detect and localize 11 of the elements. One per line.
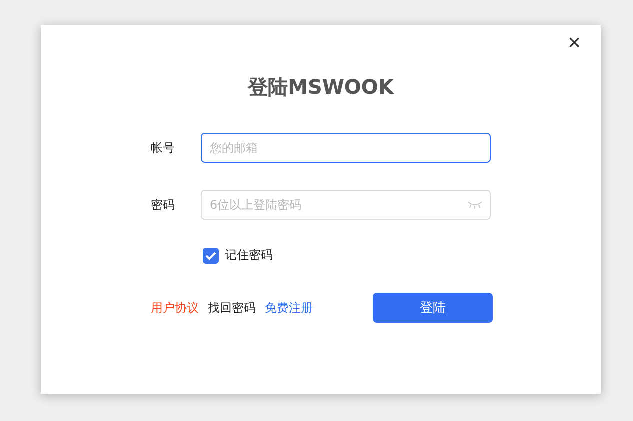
link[interactable]: 用户协议 [151, 300, 199, 316]
checkbox[interactable] [203, 248, 219, 264]
link[interactable]: 找回密码 [208, 300, 256, 316]
close-button[interactable]: × [564, 30, 585, 56]
input-field[interactable]: 您的邮箱 [201, 133, 491, 163]
checkbox-label: 记住密码 [225, 247, 273, 264]
link[interactable]: 免费注册 [265, 300, 313, 316]
dialog-title: 登陆MSWOOK [248, 74, 394, 100]
field-label: 帐号 [151, 140, 176, 156]
field-label: 密码 [151, 196, 176, 214]
login-button[interactable]: 登陆 [373, 293, 493, 323]
